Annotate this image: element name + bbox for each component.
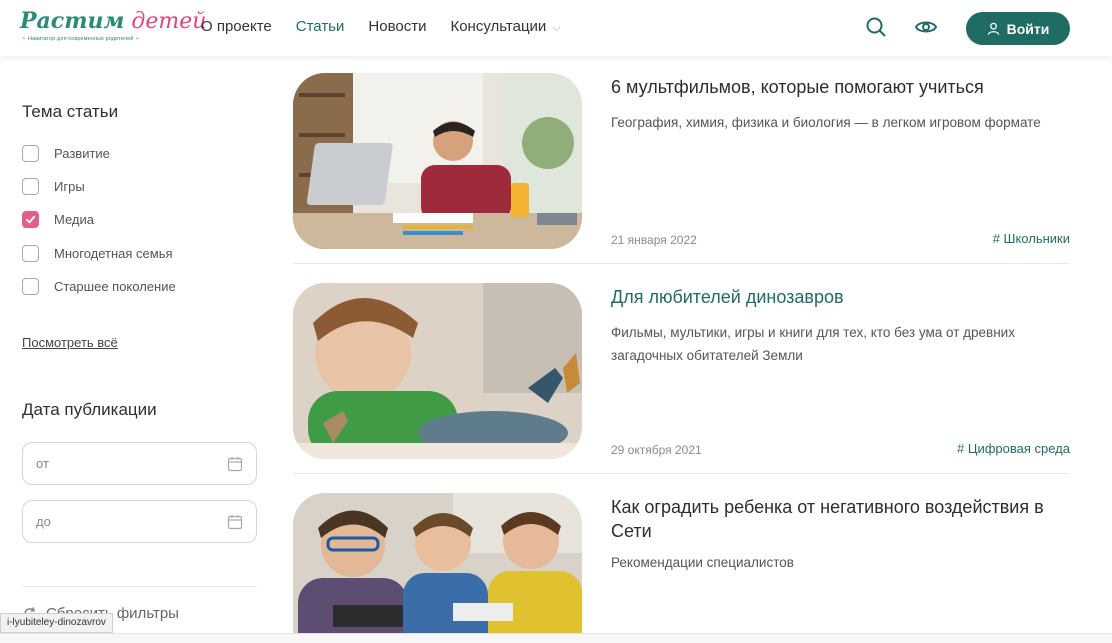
article-card: Для любителей динозавров Фильмы, мультик… [293, 283, 1070, 459]
article-tag[interactable]: # Школьники [993, 231, 1070, 246]
logo-text-accent: детей [124, 9, 207, 34]
topic-label: Медиа [54, 212, 94, 227]
topic-checkbox-games[interactable]: Игры [22, 178, 85, 195]
sidebar-divider [22, 586, 257, 587]
article-card: 6 мультфильмов, которые помогают учиться… [293, 73, 1070, 249]
article-image-child-dinosaurs [293, 283, 582, 459]
date-filter-title: Дата публикации [22, 400, 157, 419]
checkbox-box[interactable] [22, 145, 39, 162]
check-icon [25, 215, 36, 224]
nav-item-articles[interactable]: Статьи [296, 18, 345, 35]
user-icon [987, 22, 999, 35]
nav-item-consultations-label: Консультации [450, 18, 547, 35]
topic-checkbox-large-family[interactable]: Многодетная семья [22, 245, 173, 262]
login-button[interactable]: Войти [966, 12, 1070, 45]
nav-item-about[interactable]: О проекте [201, 18, 272, 35]
article-divider [293, 473, 1070, 474]
topic-checkbox-media[interactable]: Медиа [22, 211, 94, 228]
article-thumbnail[interactable] [293, 73, 582, 249]
search-icon[interactable] [864, 15, 888, 39]
date-from-field[interactable]: от [22, 442, 257, 485]
site-logo[interactable]: Растим детей Навигатор для современных р… [20, 8, 206, 48]
nav-item-news[interactable]: Новости [368, 18, 426, 35]
article-title[interactable]: Для любителей динозавров [611, 285, 1051, 309]
date-to-placeholder: до [36, 514, 51, 529]
article-date: 29 октября 2021 [611, 443, 702, 457]
article-card: Как оградить ребенка от негативного возд… [293, 493, 1070, 643]
topic-label: Игры [54, 179, 85, 194]
article-date: 21 января 2022 [611, 233, 697, 247]
see-all-link[interactable]: Посмотреть всё [22, 335, 118, 350]
topic-label: Старшее поколение [54, 279, 176, 294]
login-label: Войти [1006, 20, 1050, 37]
chevron-down-icon: ⌵ [552, 22, 561, 34]
article-thumbnail[interactable] [293, 493, 582, 643]
site-header: Растим детей Навигатор для современных р… [0, 0, 1112, 56]
article-image-boy-laptop [293, 73, 582, 249]
calendar-icon[interactable] [227, 514, 243, 530]
topic-checkbox-elder-generation[interactable]: Старшее поколение [22, 278, 176, 295]
date-to-field[interactable]: до [22, 500, 257, 543]
topic-checkbox-development[interactable]: Развитие [22, 145, 110, 162]
status-bar-url: i-lyubiteley-dinozavrov [0, 613, 113, 633]
article-divider [293, 263, 1070, 264]
date-from-placeholder: от [36, 456, 49, 471]
eye-icon[interactable] [914, 15, 938, 39]
article-description: География, химия, физика и биология — в … [611, 115, 1041, 130]
nav-item-consultations[interactable]: Консультации ⌵ [450, 18, 560, 35]
checkbox-box-checked[interactable] [22, 211, 39, 228]
article-title[interactable]: Как оградить ребенка от негативного возд… [611, 495, 1051, 543]
logo-text-main: Растим [20, 8, 125, 34]
topic-label: Многодетная семья [54, 246, 173, 261]
logo-subtitle: Навигатор для современных родителей [20, 36, 170, 42]
article-tag[interactable]: # Цифровая среда [957, 441, 1070, 456]
checkbox-box[interactable] [22, 178, 39, 195]
article-description: Фильмы, мультики, игры и книги для тех, … [611, 325, 1015, 363]
main-nav: О проекте Статьи Новости Консультации ⌵ [201, 18, 561, 35]
checkbox-box[interactable] [22, 245, 39, 262]
article-title[interactable]: 6 мультфильмов, которые помогают учиться [611, 75, 1051, 99]
checkbox-box[interactable] [22, 278, 39, 295]
calendar-icon[interactable] [227, 456, 243, 472]
article-image-kids-tablets [293, 493, 582, 643]
topic-filter-title: Тема статьи [22, 102, 119, 121]
topic-label: Развитие [54, 146, 110, 161]
page-bottom-edge [0, 633, 1112, 643]
article-description: Рекомендации специалистов [611, 555, 794, 570]
article-thumbnail[interactable] [293, 283, 582, 459]
